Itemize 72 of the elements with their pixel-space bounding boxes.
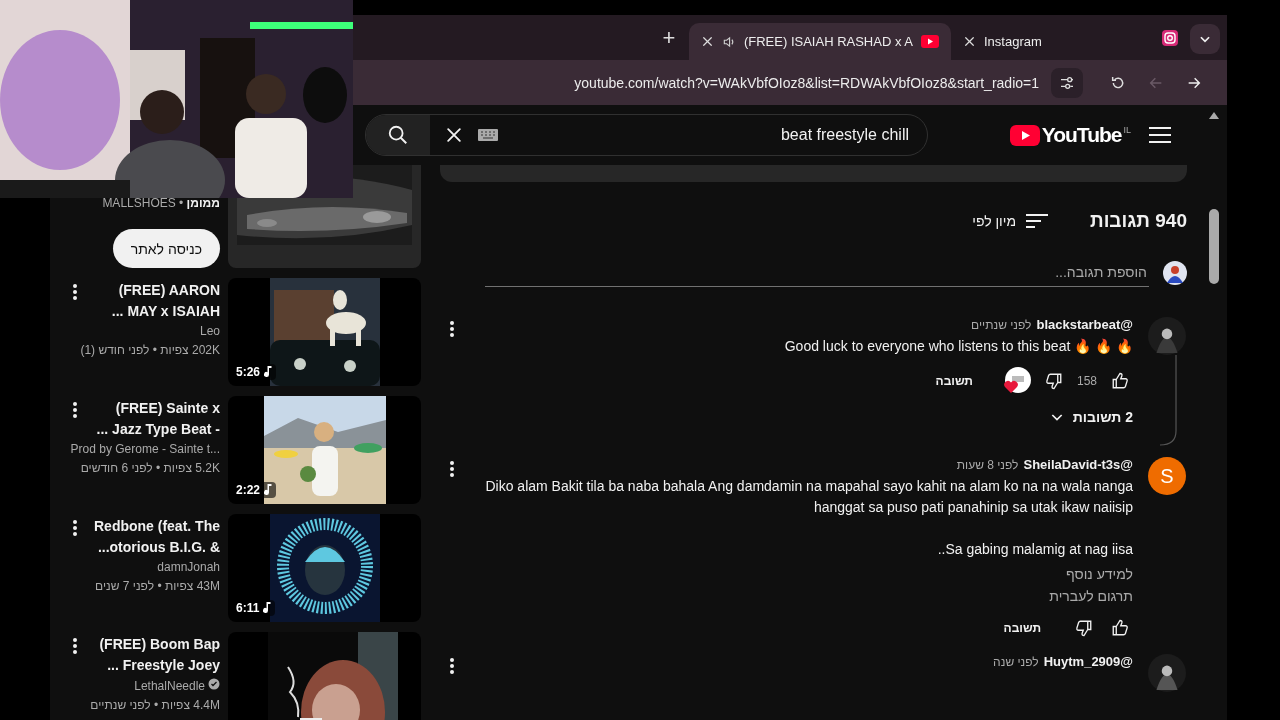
scroll-up-icon: [1208, 112, 1219, 119]
channel-name[interactable]: damnJonah: [157, 560, 220, 574]
video-title[interactable]: (FREE) Boom Bap ... Freestyle Joey: [90, 634, 220, 676]
close-icon: [444, 125, 464, 145]
comment-text: ..Sa gabing malamig at nag iisa: [936, 540, 1133, 559]
reply-button[interactable]: תשובה: [997, 620, 1047, 636]
channel-name[interactable]: Prod by Gerome - Sainte t...: [70, 442, 220, 456]
video-duration: 5:26: [236, 365, 261, 379]
close-icon: [963, 35, 976, 48]
video-title[interactable]: Redbone (feat. The ...otorious B.I.G. &: [90, 516, 220, 558]
video-duration: 2:22: [236, 483, 261, 497]
search-field[interactable]: beat freestyle chill: [498, 119, 927, 151]
reply-button[interactable]: תשובה: [929, 373, 979, 389]
sort-button[interactable]: מיון לפי: [966, 212, 1054, 230]
music-note-icon: [263, 484, 274, 496]
comments-count: 940 תגובות: [1090, 210, 1187, 232]
more-vertical-icon: [450, 461, 454, 477]
close-icon: [700, 35, 714, 48]
video-duration: 6:11: [236, 601, 260, 615]
thumbs-down-icon: [1075, 619, 1093, 637]
comment-time[interactable]: לפני שנה: [993, 655, 1039, 669]
thumbs-up-icon: [1111, 372, 1129, 390]
comment-time[interactable]: לפני שנתיים: [971, 318, 1032, 332]
keyboard-icon: [478, 129, 498, 141]
music-note-icon: [262, 602, 273, 614]
thumbs-up-icon: [1111, 619, 1129, 637]
speaker-icon: [721, 34, 736, 49]
comment-author[interactable]: @SheilaDavid-t3s: [1023, 457, 1133, 472]
comment-text: Good luck to everyone who listens to this beat 🔥 🔥 🔥: [783, 337, 1133, 356]
browser-tab[interactable]: (FREE) ISAIAH RASHAD x A: [688, 23, 951, 60]
tab-list-button[interactable]: [1190, 24, 1220, 54]
more-vertical-icon: [73, 638, 77, 654]
channel-name[interactable]: LethalNeedle: [134, 678, 205, 693]
browser-tab[interactable]: Instagram: [951, 23, 1156, 60]
music-note-icon: [263, 366, 274, 378]
search-button[interactable]: [366, 115, 430, 155]
menu-icon: [1149, 126, 1171, 144]
user-avatar: [1163, 260, 1187, 285]
visit-site-button[interactable]: כניסה לאתר: [112, 229, 220, 268]
site-settings-button[interactable]: [1051, 67, 1083, 98]
more-vertical-icon: [73, 284, 77, 300]
comment-text: Diko alam Bakit tila ba naba bahala Ang damdamin na mapahal sayo kahit na alam ko na na wala nanga hanggat sa puso pati panahinip sa utak ikaw naiisip: [484, 477, 1133, 517]
new-tab-button[interactable]: +: [648, 18, 689, 58]
scrollbar-thumb[interactable]: [1208, 209, 1219, 284]
video-stats: 4.4M צפיות • לפני שנתיים: [89, 698, 220, 712]
verified-icon: [208, 678, 220, 690]
video-stats: 5.2K צפיות • לפני 6 חודשים: [79, 461, 220, 475]
comment-time[interactable]: לפני 8 שעות: [956, 458, 1019, 472]
channel-name[interactable]: Leo: [199, 324, 220, 338]
more-vertical-icon: [450, 321, 454, 337]
search-icon: [387, 124, 409, 146]
more-vertical-icon: [450, 658, 454, 674]
replies-button[interactable]: 2 תשובות: [1048, 409, 1133, 425]
reload-icon: [1110, 74, 1126, 91]
more-vertical-icon: [73, 520, 77, 536]
comment-author[interactable]: @blackstarbeat: [1036, 317, 1133, 332]
comment-author[interactable]: @Huytm_2909: [1043, 654, 1133, 669]
video-stats: 202K צפיות • לפני חודש (1): [79, 343, 220, 357]
video-stats: 43M צפיות • לפני 7 שנים: [94, 579, 220, 593]
read-more-link[interactable]: למידע נוסף: [1065, 566, 1133, 582]
translate-link[interactable]: תרגום לעברית: [1049, 588, 1133, 604]
tune-icon: [1059, 74, 1075, 91]
instagram-icon: [1162, 30, 1178, 46]
video-title[interactable]: (FREE) Sainte x ... Jazz Type Beat -: [90, 398, 220, 440]
youtube-icon: [921, 35, 939, 48]
comment-field[interactable]: הוספת תגובה...: [485, 258, 1149, 287]
video-title[interactable]: (FREE) AARON ... MAY x ISAIAH: [90, 280, 220, 322]
more-vertical-icon: [73, 402, 77, 418]
thumbs-down-icon: [1044, 372, 1063, 390]
sort-icon: [1026, 213, 1048, 229]
address-bar[interactable]: youtube.com/watch?v=WAkVbfOIoz8&list=RDWAkVbfOIoz8&start_radio=1: [574, 74, 1039, 91]
like-count: 158: [1076, 374, 1097, 388]
